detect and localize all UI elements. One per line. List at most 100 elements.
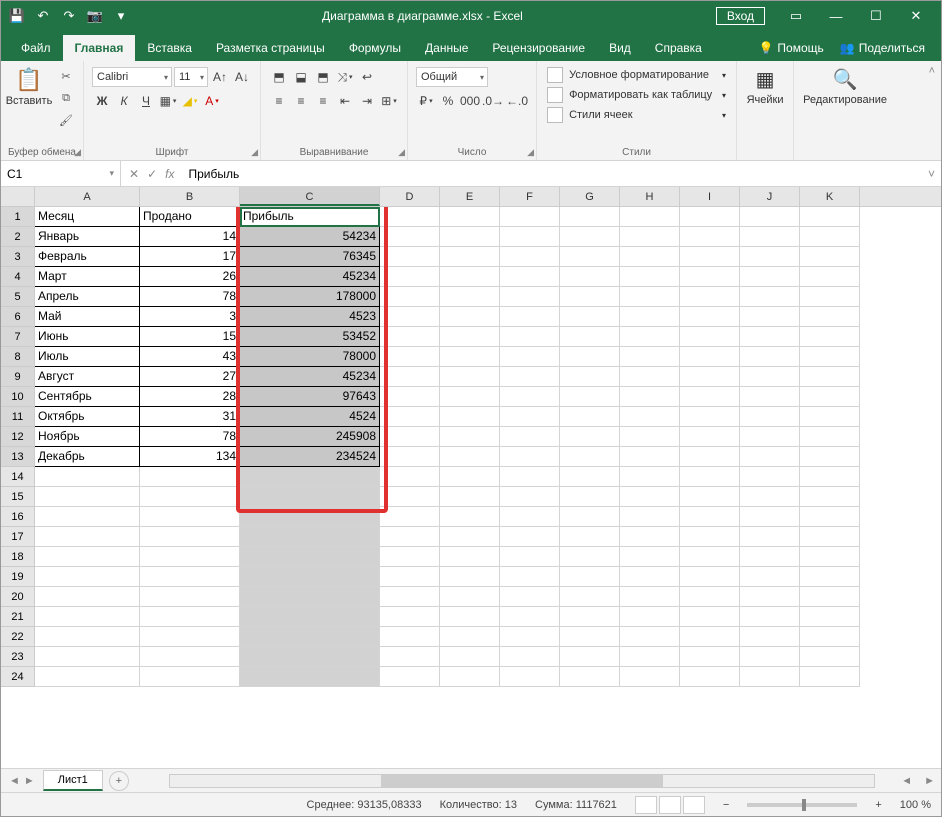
row-header[interactable]: 1 <box>1 207 35 227</box>
row-header[interactable]: 23 <box>1 647 35 667</box>
cell[interactable] <box>240 527 380 547</box>
cell[interactable] <box>620 367 680 387</box>
cell[interactable] <box>35 587 140 607</box>
cell[interactable] <box>35 667 140 687</box>
cell[interactable] <box>35 627 140 647</box>
cell[interactable] <box>500 267 560 287</box>
font-size-combo[interactable]: 11 <box>174 67 208 87</box>
fill-color-button[interactable]: ◢ <box>180 91 200 111</box>
cell[interactable]: 3 <box>140 307 240 327</box>
cell[interactable] <box>740 307 800 327</box>
cell[interactable] <box>560 327 620 347</box>
dialog-launcher-icon[interactable]: ◢ <box>74 147 81 158</box>
cell[interactable] <box>240 507 380 527</box>
cell[interactable] <box>620 287 680 307</box>
cell[interactable] <box>440 447 500 467</box>
cell[interactable] <box>680 347 740 367</box>
increase-decimal-icon[interactable]: .0→ <box>482 91 504 111</box>
cell[interactable] <box>680 547 740 567</box>
wrap-text-icon[interactable]: ↩ <box>357 67 377 87</box>
column-header[interactable]: K <box>800 187 860 206</box>
cell[interactable] <box>560 507 620 527</box>
cell[interactable]: 17 <box>140 247 240 267</box>
cell[interactable]: Июнь <box>35 327 140 347</box>
cell[interactable]: 31 <box>140 407 240 427</box>
cell[interactable] <box>440 227 500 247</box>
row-header[interactable]: 5 <box>1 287 35 307</box>
cell-styles-button[interactable]: Стили ячеек▾ <box>543 105 730 125</box>
cell[interactable] <box>680 467 740 487</box>
cell[interactable] <box>440 427 500 447</box>
cell[interactable] <box>140 607 240 627</box>
cell[interactable] <box>500 367 560 387</box>
cell[interactable] <box>620 467 680 487</box>
sheet-nav-next-icon[interactable]: ► <box>24 775 35 787</box>
view-normal-button[interactable] <box>635 796 657 814</box>
cell[interactable] <box>240 667 380 687</box>
cell[interactable] <box>620 647 680 667</box>
column-header[interactable]: A <box>35 187 140 206</box>
zoom-out-button[interactable]: − <box>723 799 729 811</box>
paste-button[interactable]: 📋 Вставить <box>7 65 51 145</box>
cell[interactable] <box>680 267 740 287</box>
cell[interactable] <box>380 647 440 667</box>
cell[interactable] <box>380 247 440 267</box>
cell[interactable] <box>740 327 800 347</box>
cell[interactable] <box>560 627 620 647</box>
cell[interactable] <box>500 487 560 507</box>
cell[interactable] <box>740 287 800 307</box>
cell[interactable] <box>500 387 560 407</box>
cell[interactable] <box>800 607 860 627</box>
cell[interactable] <box>620 387 680 407</box>
cell[interactable] <box>740 607 800 627</box>
share-button[interactable]: 👥Поделиться <box>832 35 933 61</box>
cell[interactable] <box>500 567 560 587</box>
cell[interactable]: Май <box>35 307 140 327</box>
merge-cells-icon[interactable]: ⊞ <box>379 91 399 111</box>
cell[interactable] <box>440 307 500 327</box>
orientation-icon[interactable]: ⤨ <box>335 67 355 87</box>
cell[interactable] <box>380 427 440 447</box>
cell[interactable] <box>440 347 500 367</box>
dialog-launcher-icon[interactable]: ◢ <box>398 147 405 158</box>
cell[interactable] <box>500 207 560 227</box>
cell[interactable] <box>680 627 740 647</box>
cell[interactable] <box>500 607 560 627</box>
cell[interactable] <box>140 647 240 667</box>
cell[interactable] <box>35 567 140 587</box>
cell[interactable] <box>620 667 680 687</box>
underline-button[interactable]: Ч <box>136 91 156 111</box>
cell[interactable] <box>740 207 800 227</box>
cell[interactable] <box>560 447 620 467</box>
cell[interactable] <box>35 467 140 487</box>
cell[interactable]: 78000 <box>240 347 380 367</box>
cell[interactable] <box>680 407 740 427</box>
cell[interactable] <box>620 507 680 527</box>
cell[interactable] <box>680 587 740 607</box>
italic-button[interactable]: К <box>114 91 134 111</box>
column-header[interactable]: J <box>740 187 800 206</box>
cell[interactable] <box>800 407 860 427</box>
cells-button[interactable]: ▦ Ячейки <box>743 65 787 108</box>
row-header[interactable]: 17 <box>1 527 35 547</box>
align-center-icon[interactable]: ≡ <box>291 91 311 111</box>
cell[interactable] <box>800 467 860 487</box>
column-header[interactable]: G <box>560 187 620 206</box>
cell[interactable] <box>800 667 860 687</box>
cell[interactable] <box>620 247 680 267</box>
cell[interactable] <box>620 307 680 327</box>
cell[interactable] <box>140 627 240 647</box>
cell[interactable] <box>140 567 240 587</box>
cell[interactable] <box>240 627 380 647</box>
cell[interactable]: Прибыль <box>240 207 380 227</box>
redo-icon[interactable]: ↷ <box>61 8 77 24</box>
column-header[interactable]: D <box>380 187 440 206</box>
camera-icon[interactable]: 📷 <box>87 8 103 24</box>
column-header[interactable]: C <box>240 187 380 206</box>
row-header[interactable]: 21 <box>1 607 35 627</box>
borders-button[interactable]: ▦ <box>158 91 178 111</box>
cell[interactable] <box>740 247 800 267</box>
cell[interactable] <box>440 367 500 387</box>
cell[interactable]: Август <box>35 367 140 387</box>
cell[interactable] <box>440 407 500 427</box>
